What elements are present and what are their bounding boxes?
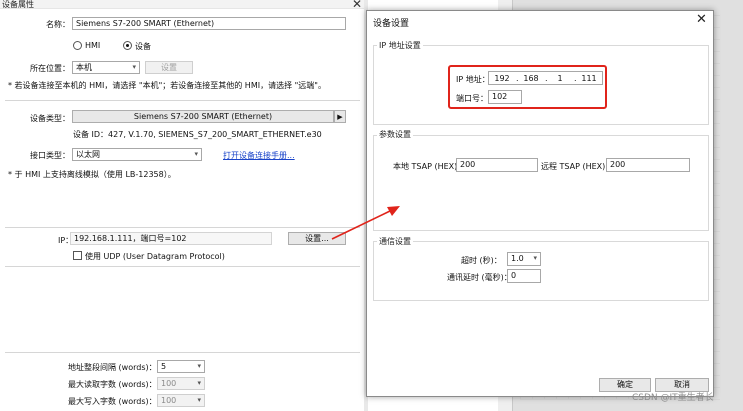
- max-read-label: 最大读取字数 (words)：: [68, 380, 157, 389]
- interface-value: 以太网: [76, 150, 100, 159]
- remote-tsap-label: 远程 TSAP (HEX)：: [541, 162, 614, 171]
- chevron-down-icon: ▾: [197, 379, 201, 387]
- open-manual-link[interactable]: 打开设备连接手册...: [223, 150, 295, 161]
- parameter-group: [373, 135, 709, 231]
- local-tsap-input[interactable]: 200: [456, 158, 538, 172]
- max-read-value: 100: [161, 379, 177, 388]
- divider: [5, 100, 360, 101]
- device-radio[interactable]: [123, 41, 132, 50]
- simulation-note: * 于 HMI 上支持离线模拟（使用 LB-12358）。: [8, 170, 176, 179]
- local-tsap-label: 本地 TSAP (HEX)：: [393, 162, 466, 171]
- window-title: 设备属性: [2, 0, 34, 9]
- dialog-title: 设备设置: [373, 19, 410, 29]
- interface-label: 接口类型：: [30, 151, 70, 160]
- addr-gap-value: 5: [161, 362, 167, 371]
- name-label: 名称：: [46, 20, 70, 29]
- ip-group-title: IP 地址设置: [377, 40, 423, 51]
- communication-group: [373, 241, 709, 301]
- timeout-value: 1.0: [511, 254, 524, 263]
- udp-label: 使用 UDP (User Datagram Protocol): [85, 252, 225, 261]
- device-info: 设备 ID：427, V.1.70, SIEMENS_S7_200_SMART_…: [73, 130, 322, 139]
- window-titlebar: 设备属性: [0, 0, 368, 9]
- watermark: CSDN @IT重生者长: [632, 393, 714, 403]
- hmi-radio[interactable]: [73, 41, 82, 50]
- location-value: 本机: [76, 63, 92, 72]
- remote-tsap-input[interactable]: 200: [606, 158, 690, 172]
- chevron-down-icon: ▾: [132, 63, 136, 71]
- chevron-down-icon: ▾: [533, 254, 537, 262]
- ip-summary-field: 192.168.1.111，端口号=102: [70, 232, 272, 245]
- divider: [5, 266, 360, 267]
- comm-delay-input[interactable]: 0: [507, 269, 541, 283]
- location-label: 所在位置：: [30, 64, 70, 73]
- udp-checkbox[interactable]: [73, 251, 82, 260]
- chevron-down-icon: ▾: [197, 362, 201, 370]
- max-write-value: 100: [161, 396, 177, 405]
- chevron-down-icon: ▾: [197, 396, 201, 404]
- device-type-browse-icon[interactable]: ▶: [334, 110, 346, 123]
- chevron-down-icon: ▾: [194, 150, 198, 158]
- close-icon[interactable]: ✕: [696, 12, 707, 27]
- arrow-annotation: [331, 206, 400, 240]
- device-type-field[interactable]: Siemens S7-200 SMART (Ethernet): [72, 110, 334, 123]
- max-write-select[interactable]: 100 ▾: [157, 394, 205, 407]
- addr-gap-label: 地址整段间隔 (words)：: [68, 363, 157, 372]
- addr-gap-select[interactable]: 5 ▾: [157, 360, 205, 373]
- timeout-label: 超时 (秒)：: [461, 256, 502, 265]
- location-settings-button[interactable]: 设置: [145, 61, 193, 74]
- close-icon[interactable]: ✕: [352, 0, 362, 11]
- device-properties-window: 设备属性 ✕ 名称： Siemens S7-200 SMART (Etherne…: [0, 0, 368, 411]
- highlight-annotation: [448, 65, 607, 109]
- max-write-label: 最大写入字数 (words)：: [68, 397, 157, 406]
- name-input[interactable]: Siemens S7-200 SMART (Ethernet): [72, 17, 346, 30]
- divider: [5, 227, 360, 228]
- timeout-select[interactable]: 1.0 ▾: [507, 252, 541, 266]
- location-note: * 若设备连接至本机的 HMI，请选择 "本机"；若设备连接至其他的 HMI，请…: [8, 81, 326, 90]
- hmi-radio-label: HMI: [85, 41, 101, 50]
- max-read-select[interactable]: 100 ▾: [157, 377, 205, 390]
- comm-delay-label: 通讯延时 (毫秒)：: [447, 273, 512, 282]
- device-type-label: 设备类型：: [30, 114, 70, 123]
- interface-select[interactable]: 以太网 ▾: [72, 148, 202, 161]
- parameter-group-title: 参数设置: [377, 129, 413, 140]
- divider: [5, 352, 360, 353]
- device-radio-label: 设备: [135, 42, 151, 51]
- location-select[interactable]: 本机 ▾: [72, 61, 140, 74]
